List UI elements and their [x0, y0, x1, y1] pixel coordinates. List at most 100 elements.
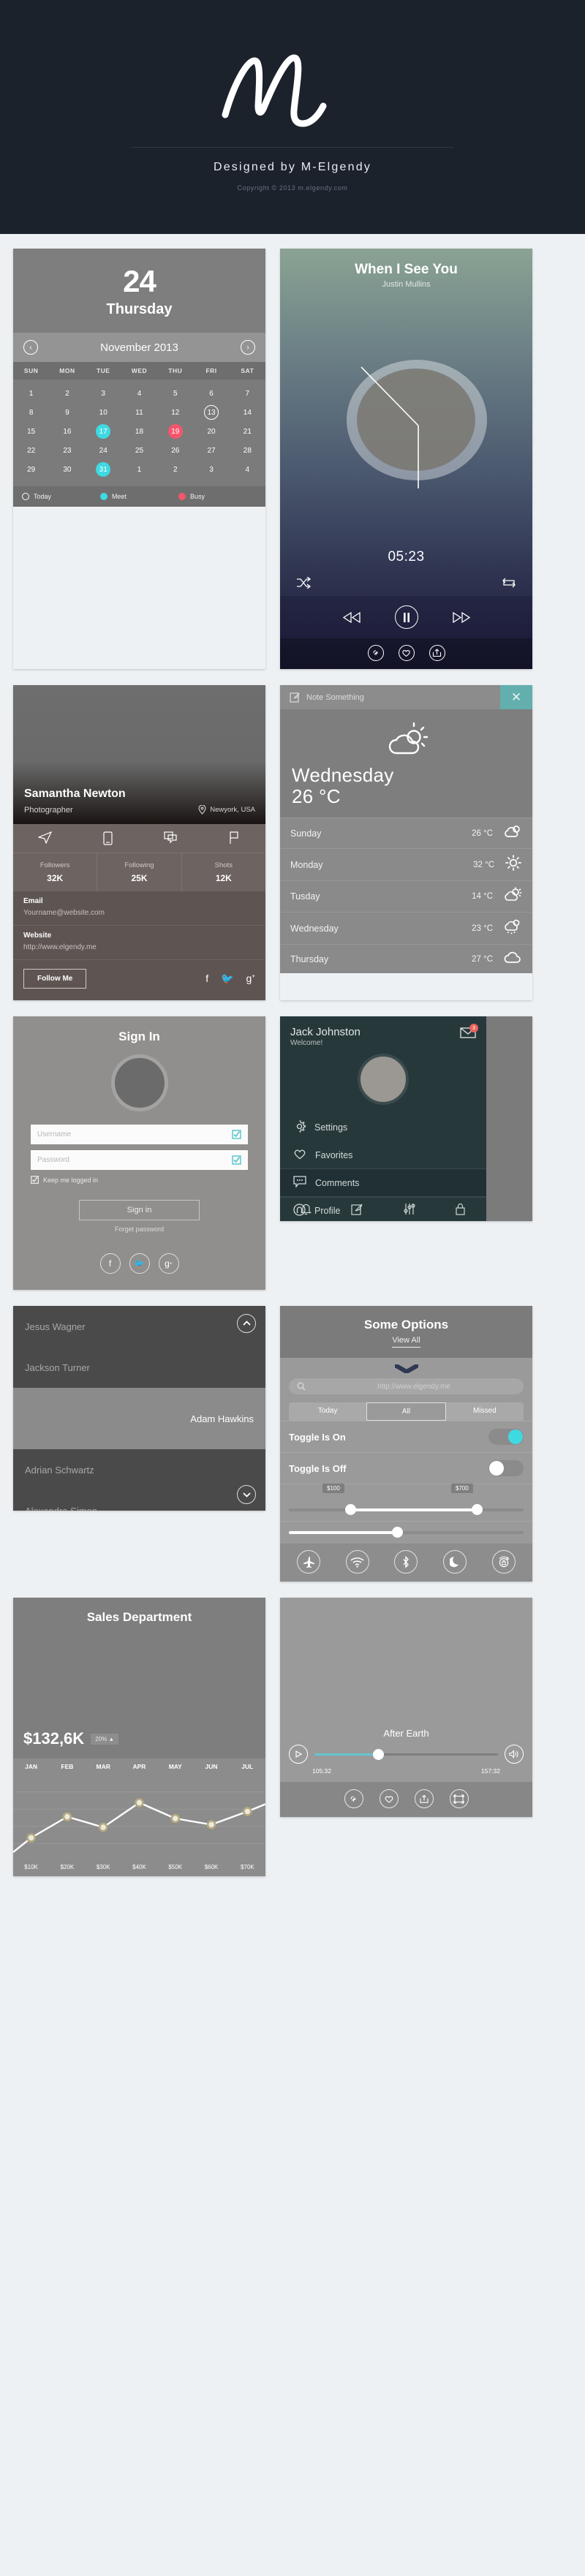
heart-icon[interactable]: [379, 1789, 399, 1808]
calendar-day-cell[interactable]: 1: [121, 460, 157, 479]
toggle-switch-off[interactable]: [488, 1460, 524, 1476]
progress-disc[interactable]: [280, 289, 532, 552]
share-icon[interactable]: [429, 645, 445, 661]
avatar[interactable]: [110, 1054, 168, 1111]
password-field[interactable]: Password: [31, 1150, 248, 1170]
video-knob[interactable]: [373, 1748, 385, 1760]
calendar-day-cell[interactable]: 3: [193, 460, 229, 479]
moon-icon[interactable]: [443, 1550, 467, 1574]
chevron-right-icon[interactable]: ›: [240, 340, 255, 355]
calendar-day-cell[interactable]: 11: [121, 403, 157, 422]
weather-row[interactable]: Wednesday 23 °C: [280, 912, 532, 944]
contact-row[interactable]: Adrian Schwartz: [13, 1449, 265, 1490]
fast-forward-icon[interactable]: [452, 611, 471, 623]
calendar-day-cell[interactable]: 19: [157, 422, 193, 441]
calendar-day-cell[interactable]: 31: [86, 460, 121, 479]
calendar-day-cell[interactable]: 20: [193, 422, 229, 441]
bluetooth-icon[interactable]: [394, 1550, 418, 1574]
chat-icon[interactable]: [140, 831, 203, 845]
calendar-day-cell[interactable]: 28: [230, 441, 265, 460]
calendar-day-cell[interactable]: 26: [157, 441, 193, 460]
pause-icon[interactable]: [394, 605, 418, 629]
volume-icon[interactable]: [505, 1745, 524, 1764]
calendar-day-cell[interactable]: 10: [86, 403, 121, 422]
chevron-down-circle-icon[interactable]: [237, 1485, 256, 1504]
single-slider[interactable]: [280, 1521, 532, 1544]
sliders-icon[interactable]: [383, 1203, 435, 1215]
play-circle-icon[interactable]: [289, 1745, 308, 1764]
weather-row[interactable]: Thursday 27 °C: [280, 944, 532, 973]
search-input[interactable]: http://www.elgendy.me: [289, 1378, 524, 1394]
calendar-day-cell[interactable]: 30: [49, 460, 85, 479]
calendar-day-cell[interactable]: 5: [157, 384, 193, 403]
contact-row[interactable]: Adam Hawkins: [13, 1388, 265, 1449]
slider-knob[interactable]: [392, 1527, 404, 1538]
keep-logged-in-checkbox[interactable]: Keep me logged in: [31, 1176, 248, 1184]
googleplus-icon[interactable]: g+: [158, 1253, 179, 1274]
airplane-icon[interactable]: [297, 1550, 321, 1574]
lock-icon[interactable]: [435, 1203, 487, 1215]
contact-row[interactable]: Jesus Wagner: [13, 1306, 265, 1347]
calendar-day-cell[interactable]: 12: [157, 403, 193, 422]
calendar-grid[interactable]: 1 2 3 4 5 6 7 8 9 10 11 12 13 14 15 16 17 18 19 20 21 22 23 24 2…: [13, 379, 265, 486]
sidemenu-item-settings[interactable]: Settings: [280, 1114, 486, 1141]
rewind-icon[interactable]: [342, 611, 361, 623]
calendar-day-cell[interactable]: 21: [230, 422, 265, 441]
calendar-day-cell[interactable]: 23: [49, 441, 85, 460]
flag-icon[interactable]: [203, 831, 265, 845]
contact-row[interactable]: Alexandra Simon: [13, 1490, 265, 1511]
segment-today[interactable]: Today: [289, 1402, 367, 1421]
googleplus-icon[interactable]: g+: [246, 972, 255, 985]
calendar-day-cell[interactable]: 4: [230, 460, 265, 479]
facebook-icon[interactable]: f: [99, 1253, 121, 1274]
facebook-icon[interactable]: f: [205, 972, 208, 985]
calendar-day-cell[interactable]: 9: [49, 403, 85, 422]
sidemenu-item-favorites[interactable]: Favorites: [280, 1141, 486, 1168]
calendar-day-cell[interactable]: 27: [193, 441, 229, 460]
calendar-day-cell[interactable]: 18: [121, 422, 157, 441]
weather-row[interactable]: Tusday 14 °C: [280, 880, 532, 912]
send-icon[interactable]: [13, 831, 76, 845]
chevron-left-icon[interactable]: ‹: [23, 340, 38, 355]
calendar-day-cell[interactable]: 29: [13, 460, 49, 479]
calendar-day-cell[interactable]: 22: [13, 441, 49, 460]
toggle-switch-on[interactable]: [488, 1429, 524, 1445]
calendar-day-cell[interactable]: 2: [49, 384, 85, 403]
calendar-day-cell[interactable]: 1: [13, 384, 49, 403]
segment-all[interactable]: All: [366, 1402, 446, 1421]
bell-icon[interactable]: [280, 1203, 332, 1215]
calendar-day-cell[interactable]: 15: [13, 422, 49, 441]
follow-button[interactable]: Follow Me: [23, 969, 87, 989]
sidemenu-content-overlay[interactable]: [486, 1016, 532, 1221]
weather-row[interactable]: Monday 32 °C: [280, 848, 532, 880]
fullscreen-icon[interactable]: [449, 1789, 469, 1808]
contact-row[interactable]: Jackson Turner: [13, 1347, 265, 1388]
signin-button[interactable]: Sign in: [79, 1200, 200, 1220]
calendar-day-cell[interactable]: 14: [230, 403, 265, 422]
close-icon[interactable]: ✕: [500, 685, 532, 709]
calendar-day-cell[interactable]: 16: [49, 422, 85, 441]
video-track[interactable]: [314, 1748, 498, 1760]
calendar-day-cell[interactable]: 7: [230, 384, 265, 403]
segment-missed[interactable]: Missed: [445, 1402, 524, 1421]
wifi-icon[interactable]: [345, 1550, 369, 1574]
calendar-day-cell[interactable]: 3: [86, 384, 121, 403]
chevron-up-circle-icon[interactable]: [237, 1314, 256, 1333]
calendar-day-cell[interactable]: 24: [86, 441, 121, 460]
view-all-link[interactable]: View All: [392, 1336, 420, 1348]
phone-icon[interactable]: [76, 831, 139, 845]
share-icon[interactable]: [414, 1789, 434, 1808]
calendar-day-cell[interactable]: 17: [86, 422, 121, 441]
heart-icon[interactable]: [398, 645, 415, 661]
calendar-day-cell[interactable]: 13: [193, 403, 229, 422]
contacts-list[interactable]: Jesus Wagner Jackson Turner Adam Hawkins Ad…: [13, 1306, 265, 1511]
segmented-control[interactable]: Today All Missed: [289, 1402, 524, 1421]
link-icon[interactable]: [344, 1789, 363, 1808]
link-icon[interactable]: [367, 645, 384, 661]
range-knob-min[interactable]: [345, 1504, 357, 1515]
forgot-password-link[interactable]: Forget password: [31, 1225, 248, 1233]
twitter-icon[interactable]: 🐦: [129, 1253, 150, 1274]
repeat-icon[interactable]: [502, 577, 516, 589]
range-knob-max[interactable]: [472, 1504, 483, 1515]
calendar-day-cell[interactable]: 2: [157, 460, 193, 479]
